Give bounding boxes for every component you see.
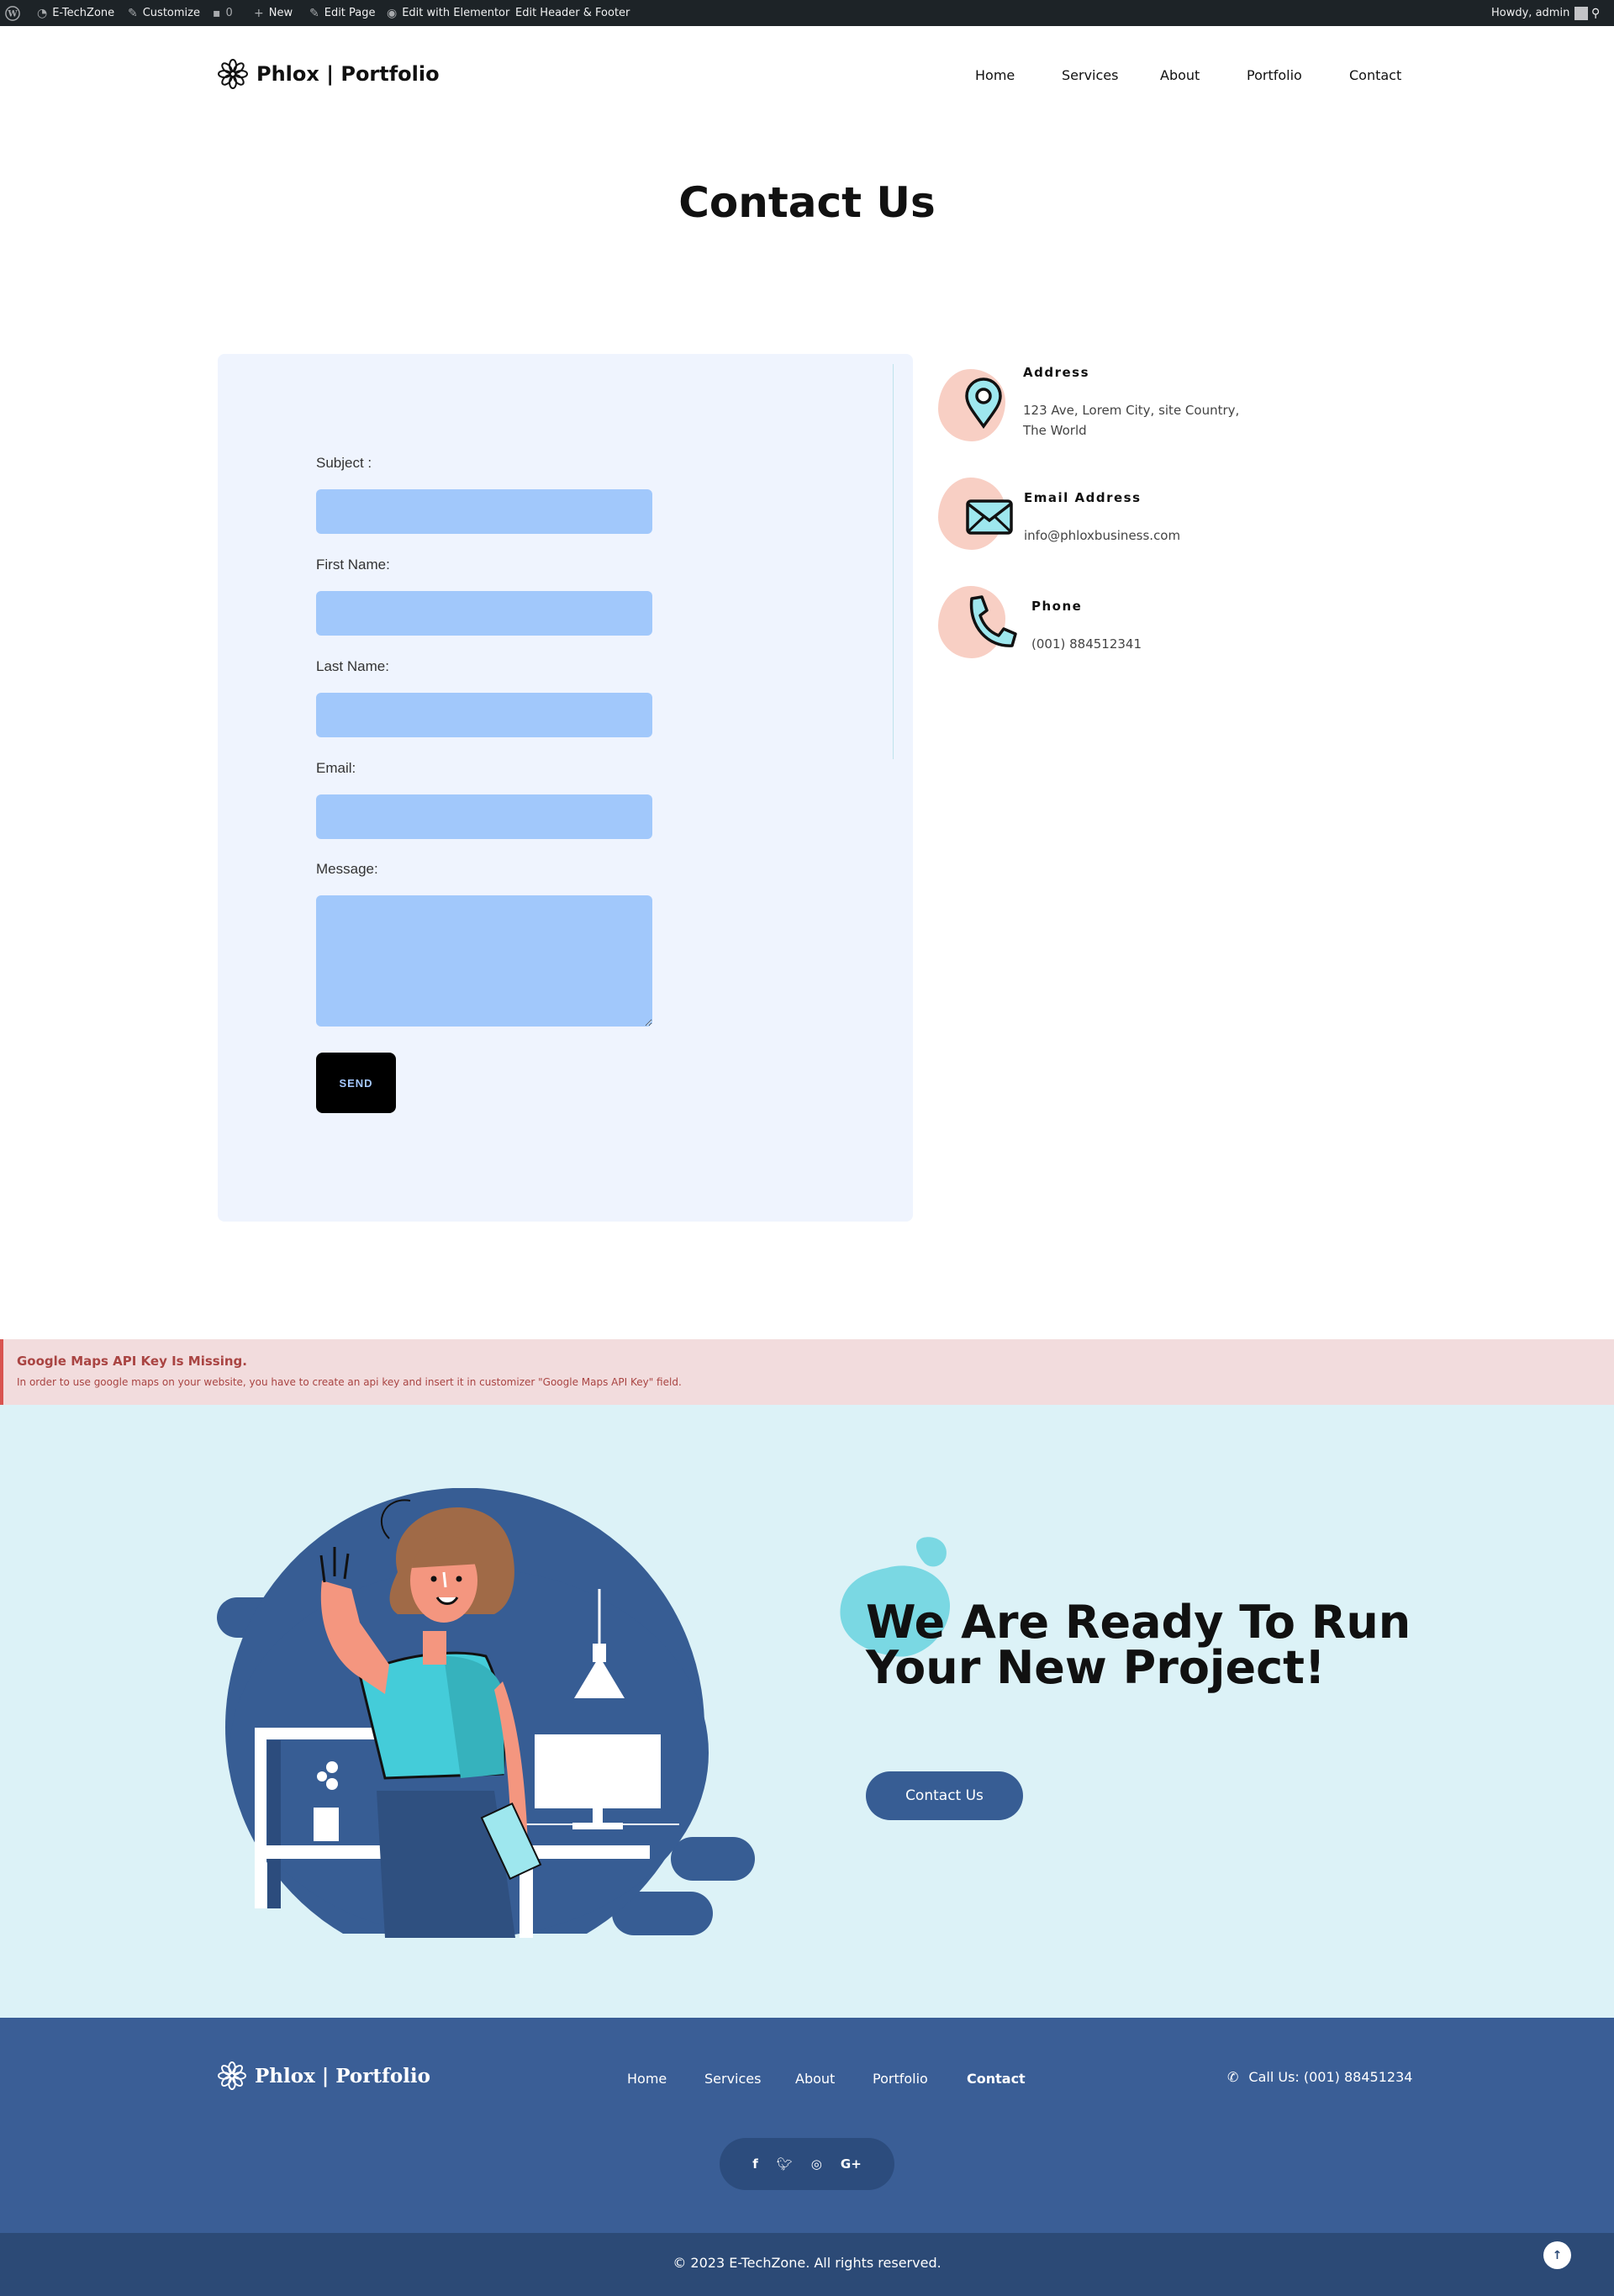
- svg-text:W: W: [7, 9, 18, 18]
- elementor-icon: ◉: [387, 6, 398, 20]
- footer-nav-home[interactable]: Home: [627, 2071, 667, 2087]
- email-input[interactable]: [316, 794, 652, 839]
- woman-at-desk-illustration: [217, 1488, 755, 1938]
- instagram-icon[interactable]: ◎: [811, 2156, 822, 2172]
- admin-search-icon[interactable]: ⚲: [1591, 0, 1600, 26]
- logo-text: Phlox | Portfolio: [256, 62, 440, 86]
- map-error-message: In order to use google maps on your webs…: [17, 1376, 682, 1388]
- dashboard-icon: ◔: [37, 6, 48, 20]
- subject-input[interactable]: [316, 489, 652, 534]
- send-button[interactable]: SEND: [316, 1053, 396, 1113]
- last-name-input[interactable]: [316, 693, 652, 737]
- message-label: Message:: [316, 861, 378, 877]
- facebook-icon[interactable]: f: [752, 2156, 758, 2172]
- cta-contact-button[interactable]: Contact Us: [866, 1771, 1023, 1820]
- nav-item-home[interactable]: Home: [975, 67, 1015, 83]
- page-title: Contact Us: [678, 178, 936, 227]
- admin-comments-link[interactable]: ▪ 0: [213, 0, 233, 26]
- first-name-label: First Name:: [316, 557, 390, 573]
- email-label: Email:: [316, 760, 356, 776]
- email-value[interactable]: info@phloxbusiness.com: [1024, 525, 1180, 546]
- admin-customize-link[interactable]: ✎ Customize: [128, 0, 200, 26]
- plus-icon: +: [254, 6, 264, 20]
- map-error-notice: Google Maps API Key Is Missing. In order…: [0, 1339, 1614, 1405]
- cta-title: We Are Ready To Run Your New Project!: [866, 1596, 1411, 1694]
- footer-nav-about[interactable]: About: [795, 2071, 835, 2087]
- admin-bar: W ◔ E-TechZone ✎ Customize ▪ 0 + New ✎ E…: [0, 0, 1614, 26]
- subject-label: Subject :: [316, 455, 372, 471]
- admin-edit-header-footer-link[interactable]: Edit Header & Footer: [515, 0, 630, 26]
- nav-item-portfolio[interactable]: Portfolio: [1247, 67, 1302, 83]
- footer-nav-services[interactable]: Services: [704, 2071, 761, 2087]
- phone-title: Phone: [1031, 599, 1083, 614]
- brush-icon: ✎: [128, 6, 138, 20]
- location-pin-icon: [965, 377, 1002, 429]
- arrow-up-icon: ↑: [1552, 2248, 1563, 2262]
- admin-edit-elementor-link[interactable]: ◉ Edit with Elementor: [387, 0, 509, 26]
- twitter-icon[interactable]: 🐦︎: [777, 2156, 793, 2172]
- address-title: Address: [1023, 365, 1090, 380]
- comment-icon: ▪: [213, 6, 221, 20]
- last-name-label: Last Name:: [316, 658, 389, 674]
- first-name-input[interactable]: [316, 591, 652, 636]
- avatar: [1574, 6, 1589, 20]
- page: W ◔ E-TechZone ✎ Customize ▪ 0 + New ✎ E…: [0, 0, 1614, 2296]
- site-logo[interactable]: Phlox | Portfolio: [218, 59, 440, 89]
- google-plus-icon[interactable]: G+: [841, 2156, 862, 2172]
- footer-nav-contact[interactable]: Contact: [967, 2071, 1026, 2087]
- footer-nav-portfolio[interactable]: Portfolio: [873, 2071, 928, 2087]
- copyright-text: © 2023 E-TechZone. All rights reserved.: [672, 2255, 942, 2271]
- admin-account-menu[interactable]: Howdy, admin: [1491, 0, 1589, 26]
- envelope-icon: [966, 499, 1013, 535]
- phone-icon: ✆: [1227, 2069, 1239, 2085]
- email-title: Email Address: [1024, 490, 1142, 505]
- divider: [893, 364, 894, 759]
- map-error-title: Google Maps API Key Is Missing.: [17, 1354, 247, 1369]
- social-links: f 🐦︎ ◎ G+: [720, 2138, 894, 2190]
- scroll-to-top-button[interactable]: ↑: [1543, 2241, 1571, 2269]
- copyright-bar: © 2023 E-TechZone. All rights reserved.: [0, 2233, 1614, 2296]
- footer: [0, 2018, 1614, 2233]
- message-textarea[interactable]: [316, 895, 652, 1027]
- footer-call[interactable]: ✆ Call Us: (001) 88451234: [1227, 2069, 1412, 2085]
- flower-logo-icon: [218, 2061, 246, 2090]
- address-line1: 123 Ave, Lorem City, site Country,: [1023, 403, 1240, 418]
- footer-logo-text: Phlox | Portfolio: [255, 2064, 430, 2088]
- address-line2: The World: [1023, 423, 1087, 438]
- phone-icon: [969, 595, 1017, 647]
- admin-site-link[interactable]: ◔ E-TechZone: [37, 0, 114, 26]
- pencil-icon: ✎: [309, 6, 319, 20]
- admin-edit-page-link[interactable]: ✎ Edit Page: [309, 0, 376, 26]
- nav-item-services[interactable]: Services: [1062, 67, 1118, 83]
- wordpress-logo-icon[interactable]: W: [5, 0, 20, 26]
- footer-logo[interactable]: Phlox | Portfolio: [218, 2061, 430, 2090]
- nav-item-about[interactable]: About: [1160, 67, 1200, 83]
- flower-logo-icon: [218, 59, 248, 89]
- phone-value[interactable]: (001) 884512341: [1031, 634, 1142, 654]
- admin-new-link[interactable]: + New: [254, 0, 293, 26]
- nav-item-contact[interactable]: Contact: [1349, 67, 1401, 83]
